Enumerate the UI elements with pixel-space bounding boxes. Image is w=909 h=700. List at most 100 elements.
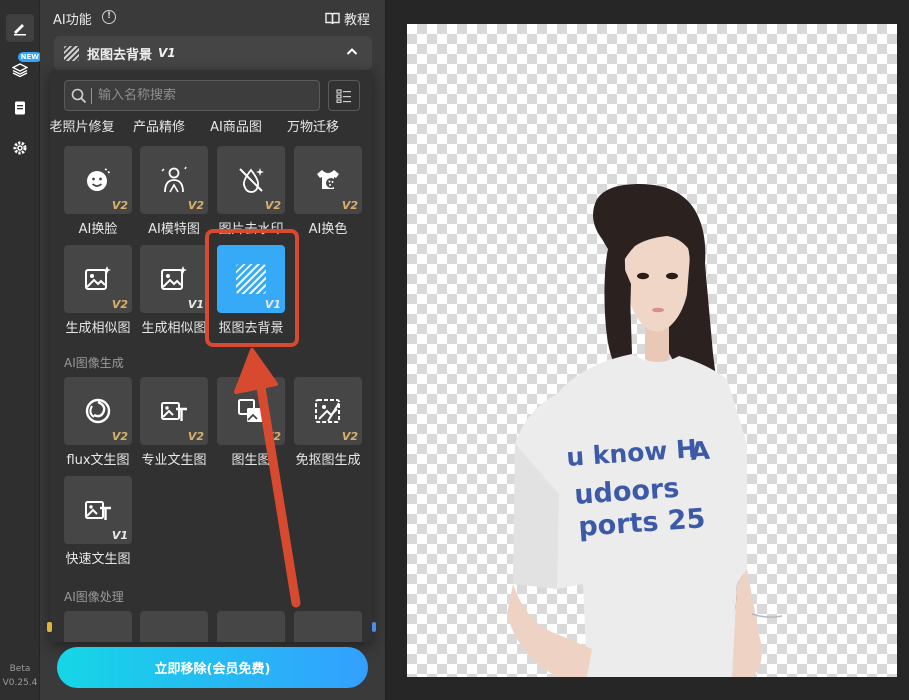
- shirt-color-icon: [317, 170, 339, 189]
- feature-selector[interactable]: 抠图去背景 V1: [54, 36, 372, 70]
- expand-icon: [313, 630, 343, 642]
- triangle-icon: [236, 630, 266, 642]
- version-tag: V2: [111, 430, 128, 443]
- new-badge: NEW: [17, 52, 42, 62]
- feature-tile-box: V2: [294, 146, 362, 214]
- feature-tile[interactable]: V2 AI模特图: [140, 146, 208, 237]
- feature-label: AI换脸: [78, 222, 118, 237]
- image-canvas[interactable]: u know H A udoors ports 25: [407, 24, 897, 677]
- feature-tile[interactable]: V2 免抠图生成: [294, 377, 362, 468]
- section-title-process: AI图像处理: [64, 590, 124, 604]
- tutorial-link[interactable]: 教程: [325, 9, 370, 28]
- version-tag: V2: [187, 430, 204, 443]
- enhance-icon: [83, 630, 113, 642]
- remove-watermark-icon: [239, 168, 264, 193]
- feature-tile-box: V1: [64, 476, 132, 544]
- feature-tile[interactable]: V1 快速文生图: [64, 476, 132, 567]
- version-tag: V2: [341, 199, 358, 212]
- gear-icon: [13, 141, 27, 155]
- flux-icon: [85, 398, 111, 424]
- info-icon[interactable]: !: [102, 10, 116, 24]
- search-input[interactable]: [98, 88, 318, 103]
- version-tag: V2: [187, 199, 204, 212]
- feature-label: 生成相似图: [65, 321, 131, 336]
- feature-tile[interactable]: V2 flux文生图: [64, 377, 132, 468]
- feature-tile[interactable]: [140, 611, 208, 642]
- version-tag: V2: [341, 430, 358, 443]
- feature-tile-box: V1: [140, 245, 208, 313]
- feature-tile-box: [140, 611, 208, 642]
- search-icon: [71, 88, 87, 103]
- selected-feature-label: 抠图去背景: [87, 47, 153, 63]
- chevron-up-icon: [346, 48, 358, 55]
- feature-tile[interactable]: [294, 611, 362, 642]
- feature-object-transfer[interactable]: 万物迁移: [275, 116, 351, 135]
- version-label: V0.25.4: [2, 678, 38, 688]
- feature-tile[interactable]: V1 生成相似图: [140, 245, 208, 336]
- feature-tile-box: V2: [217, 377, 285, 445]
- feature-tile-box: [294, 611, 362, 642]
- panel-divider: [385, 0, 386, 700]
- feature-product-retouch[interactable]: 产品精修: [121, 116, 197, 135]
- list-view-button[interactable]: [328, 80, 360, 111]
- highlight-box: [205, 229, 299, 347]
- image-sparkle-icon: [85, 266, 111, 290]
- scroll-marker-right: [372, 622, 376, 632]
- book-icon: [325, 12, 340, 25]
- tool-rail: NEW Beta V0.25.4: [0, 0, 42, 700]
- cutout-icon: [64, 45, 79, 61]
- feature-tile[interactable]: V2 AI换脸: [64, 146, 132, 237]
- feature-label: 免抠图生成: [295, 453, 361, 468]
- feature-old-photo-repair[interactable]: 老照片修复: [50, 116, 120, 135]
- feature-tile-box: V2: [64, 377, 132, 445]
- feature-tile[interactable]: V2 图生图: [217, 377, 285, 468]
- panel-header: AI功能 ! 教程: [40, 0, 385, 36]
- feature-tile-box: [64, 611, 132, 642]
- document-icon: [15, 101, 25, 115]
- feature-tile-box: V2: [140, 377, 208, 445]
- image-to-image-icon: [238, 399, 263, 422]
- feature-tile-box: V2: [64, 146, 132, 214]
- feature-tile[interactable]: V2 AI换色: [294, 146, 362, 237]
- version-tag: V1: [111, 529, 128, 542]
- feature-ai-product-image[interactable]: AI商品图: [198, 116, 274, 135]
- face-icon: [87, 168, 111, 191]
- feature-tile[interactable]: V2 图片去水印: [217, 146, 285, 237]
- layers-icon: [12, 63, 28, 78]
- panel-title: AI功能: [53, 13, 92, 28]
- feature-tile[interactable]: V2 专业文生图: [140, 377, 208, 468]
- search-box[interactable]: [64, 80, 320, 111]
- feature-label: 专业文生图: [141, 453, 207, 468]
- feature-label: 生成相似图: [141, 321, 207, 336]
- feature-tile-box: V2: [64, 245, 132, 313]
- remove-now-button[interactable]: 立即移除(会员免费): [57, 647, 368, 688]
- feature-tile[interactable]: [64, 611, 132, 642]
- version-tag: V2: [111, 298, 128, 311]
- feature-label: AI换色: [308, 222, 348, 237]
- edit-tool-button[interactable]: [6, 14, 34, 42]
- settings-tool-button[interactable]: [6, 134, 34, 162]
- text-cursor: [91, 87, 92, 104]
- no-cutout-icon: [315, 399, 340, 423]
- image-sparkle-icon: [161, 266, 187, 290]
- document-tool-button[interactable]: [6, 94, 34, 122]
- feature-tile-box: V2: [217, 146, 285, 214]
- version-tag: V2: [111, 199, 128, 212]
- feature-label: 快速文生图: [65, 552, 131, 567]
- cutout-photo: u know H A udoors ports 25: [507, 184, 783, 677]
- feature-dropdown: 老照片修复 产品精修 AI商品图 万物迁移 V2 AI换脸 V2 AI模特图 V…: [50, 70, 372, 642]
- tutorial-label: 教程: [343, 13, 370, 28]
- feature-tile[interactable]: V2 生成相似图: [64, 245, 132, 336]
- scroll-marker-left: [47, 622, 52, 632]
- text-to-image-icon: [161, 402, 187, 421]
- section-title-generate: AI图像生成: [64, 356, 124, 370]
- feature-tile-box: V2: [294, 377, 362, 445]
- app-window: NEW Beta V0.25.4 AI功能 ! 教程 抠图去背景 V1 输入名称…: [0, 0, 909, 700]
- feature-tile[interactable]: [217, 611, 285, 642]
- feature-label: AI模特图: [148, 222, 200, 237]
- beta-label: Beta: [9, 664, 31, 674]
- version-tag: V2: [264, 199, 281, 212]
- selected-feature-version: V1: [158, 46, 176, 60]
- layers-tool-button[interactable]: NEW: [6, 52, 42, 84]
- feature-label: 图生图: [231, 453, 271, 468]
